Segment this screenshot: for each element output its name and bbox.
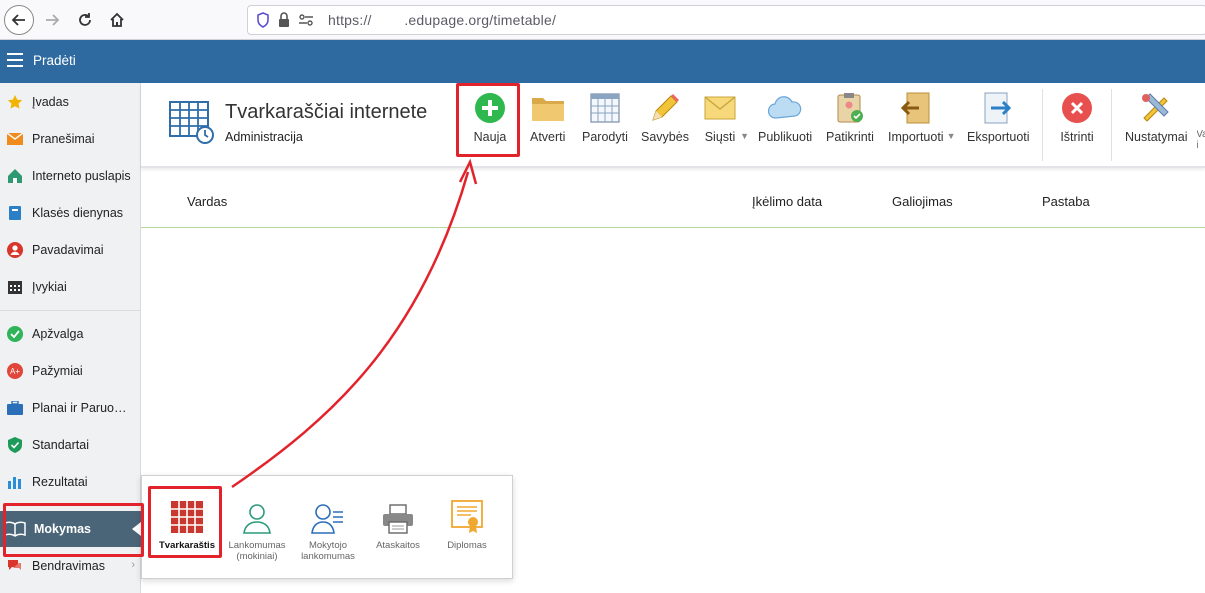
send-button[interactable]: Siųsti ▼ <box>703 91 749 151</box>
submenu-item-reports[interactable]: Ataskaitos <box>361 496 435 551</box>
person-icon <box>6 241 24 259</box>
import-icon <box>899 91 933 125</box>
settings-button[interactable]: Nustatymai <box>1125 91 1188 151</box>
browser-toolbar: https:// .edupage.org/timetable/ <box>0 0 1205 40</box>
module-header: Tvarkaraščiai internete Administracija N… <box>141 83 1205 168</box>
settings-tools-icon <box>1139 91 1173 125</box>
sidebar-item-standartai[interactable]: Standartai <box>0 429 141 461</box>
printer-icon <box>361 496 435 534</box>
chevron-right-icon: › <box>131 559 135 571</box>
toolbar-divider <box>1111 89 1112 161</box>
check-button[interactable]: Patikrinti <box>826 91 874 151</box>
column-header-name[interactable]: Vardas <box>187 194 227 209</box>
properties-button[interactable]: Savybės <box>641 91 689 151</box>
highlight-mokymas-item <box>3 503 144 557</box>
export-icon <box>981 91 1015 125</box>
submenu-item-diploma[interactable]: Diplomas <box>430 496 504 551</box>
column-header-upload-date[interactable]: Įkėlimo data <box>752 194 822 209</box>
shield-check-icon <box>6 436 24 454</box>
submenu-item-teacher-attendance[interactable]: Mokytojo lankomumas <box>291 496 365 562</box>
back-arrow-icon[interactable] <box>4 5 34 35</box>
overflow-button[interactable]: Va i <box>1197 91 1205 151</box>
sidebar-item-planai[interactable]: Planai ir Paruošimas <box>0 392 141 424</box>
folder-icon <box>531 91 565 125</box>
show-button[interactable]: Parodyti <box>582 91 628 151</box>
dropdown-caret-icon[interactable]: ▼ <box>947 131 956 141</box>
highlight-new-button <box>456 83 520 157</box>
timetable-icon <box>169 101 215 144</box>
sidebar-item-pavadavimai[interactable]: Pavadavimai <box>0 234 141 266</box>
student-icon <box>220 496 294 534</box>
sidebar-item-ivykiai[interactable]: Įvykiai <box>0 271 141 303</box>
url-bar[interactable]: https:// .edupage.org/timetable/ <box>247 5 1205 35</box>
column-header-note[interactable]: Pastaba <box>1042 194 1090 209</box>
pencil-icon <box>648 91 682 125</box>
mail-icon <box>703 91 737 125</box>
forward-arrow-icon[interactable] <box>37 5 67 35</box>
clipboard-check-icon <box>833 91 867 125</box>
submenu-item-student-attendance[interactable]: Lankomumas (mokiniai) <box>220 496 294 562</box>
lock-icon[interactable] <box>278 12 290 31</box>
table-header: Vardas Įkėlimo data Galiojimas Pastaba <box>141 188 1205 228</box>
sidebar-item-rezultatai[interactable]: Rezultatai <box>0 466 141 498</box>
calendar-icon <box>6 278 24 296</box>
permissions-icon[interactable] <box>298 12 314 31</box>
home-icon[interactable] <box>102 5 132 35</box>
briefcase-icon <box>6 399 24 417</box>
sidebar-item-ivadas[interactable]: Įvadas <box>0 86 141 118</box>
column-header-validity[interactable]: Galiojimas <box>892 194 953 209</box>
cloud-icon <box>768 91 802 125</box>
url-text[interactable]: https:// .edupage.org/timetable/ <box>328 12 556 28</box>
book-icon <box>6 204 24 222</box>
bar-chart-icon <box>6 473 24 491</box>
grid-icon <box>588 91 622 125</box>
reload-icon[interactable] <box>70 5 100 35</box>
grade-icon: A+ <box>6 362 24 380</box>
dropdown-caret-icon[interactable]: ▼ <box>740 131 749 141</box>
header-start-link[interactable]: Pradėti <box>33 53 76 68</box>
sidebar-divider <box>0 310 141 311</box>
home-icon <box>6 167 24 185</box>
toolbar-divider <box>1042 89 1043 161</box>
open-button[interactable]: Atverti <box>530 91 565 151</box>
shield-icon[interactable] <box>256 12 270 31</box>
highlight-timetable-item <box>148 486 222 558</box>
app-header: Pradėti <box>0 40 1205 83</box>
delete-button[interactable]: Ištrinti <box>1060 91 1094 151</box>
sidebar-item-apzvalga[interactable]: Apžvalga <box>0 318 141 350</box>
hamburger-menu-icon[interactable] <box>7 53 23 67</box>
page-subtitle: Administracija <box>225 130 303 144</box>
page-title: Tvarkaraščiai internete <box>225 101 428 123</box>
delete-icon <box>1060 91 1094 125</box>
teacher-icon <box>291 496 365 534</box>
sidebar-item-interneto-puslapis[interactable]: Interneto puslapis <box>0 160 141 192</box>
svg-text:A+: A+ <box>10 367 20 376</box>
chat-icon <box>6 557 24 575</box>
check-circle-icon <box>6 325 24 343</box>
publish-button[interactable]: Publikuoti <box>758 91 812 151</box>
sidebar-item-klases-dienynas[interactable]: Klasės dienynas <box>0 197 141 229</box>
envelope-icon <box>6 130 24 148</box>
sidebar-item-pranesimai[interactable]: Pranešimai <box>0 123 141 155</box>
export-button[interactable]: Eksportuoti <box>967 91 1030 151</box>
import-button[interactable]: Importuoti ▼ <box>888 91 956 151</box>
sidebar-item-pazymiai[interactable]: A+ Pažymiai <box>0 355 141 387</box>
star-icon <box>6 93 24 111</box>
diploma-icon <box>430 496 504 534</box>
